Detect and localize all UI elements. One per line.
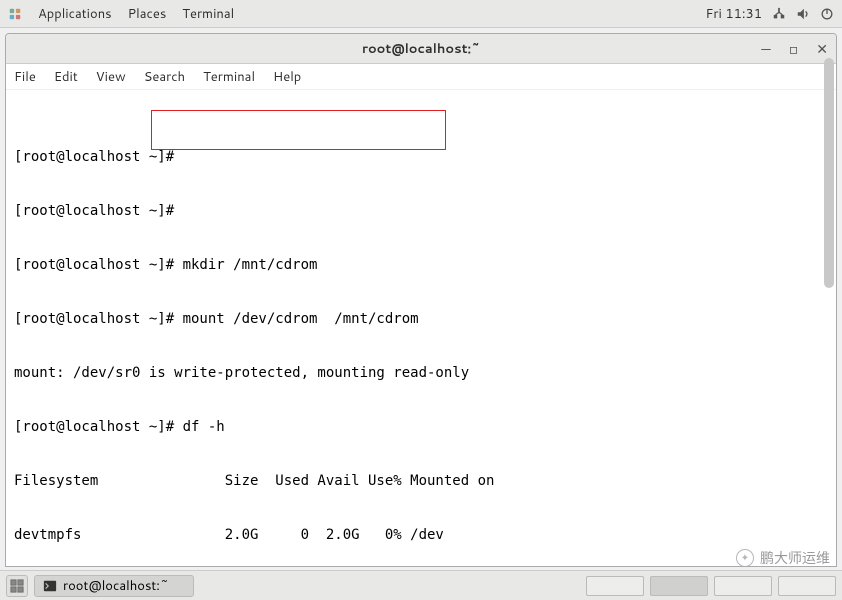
window-title: root@localhost:~ — [6, 40, 836, 58]
scrollbar-thumb[interactable] — [824, 58, 834, 288]
term-line: [root@localhost ~]# — [14, 202, 828, 220]
term-line: [root@localhost ~]# mkdir /mnt/cdrom — [14, 256, 828, 274]
watermark: ✦ 鹏大师运维 — [736, 548, 830, 568]
menu-search[interactable]: Search — [144, 68, 185, 86]
term-line: devtmpfs 2.0G 0 2.0G 0% /dev — [14, 526, 828, 544]
menu-terminal[interactable]: Terminal — [182, 5, 234, 23]
menu-terminal[interactable]: Terminal — [203, 68, 255, 86]
volume-icon[interactable] — [796, 7, 810, 21]
close-button[interactable]: ✕ — [816, 42, 828, 56]
watermark-text: 鹏大师运维 — [760, 548, 830, 568]
terminal-output[interactable]: [root@localhost ~]# [root@localhost ~]# … — [6, 90, 836, 566]
minimize-button[interactable]: — — [761, 42, 770, 56]
term-line: [root@localhost ~]# df -h — [14, 418, 828, 436]
clock[interactable]: Fri 11:31 — [705, 5, 762, 23]
menu-file[interactable]: File — [14, 68, 36, 86]
tray-box[interactable] — [650, 576, 708, 596]
taskbar-terminal-label: root@localhost:~ — [63, 577, 169, 595]
term-line: Filesystem Size Used Avail Use% Mounted … — [14, 472, 828, 490]
menu-view[interactable]: View — [96, 68, 126, 86]
menu-places[interactable]: Places — [128, 5, 167, 23]
scrollbar[interactable] — [824, 58, 836, 598]
term-line: [root@localhost ~]# mount /dev/cdrom /mn… — [14, 310, 828, 328]
taskbar-terminal[interactable]: root@localhost:~ — [34, 575, 194, 597]
show-desktop-button[interactable] — [6, 575, 28, 597]
menubar: File Edit View Search Terminal Help — [6, 64, 836, 90]
tray-box[interactable] — [778, 576, 836, 596]
watermark-icon: ✦ — [736, 549, 754, 567]
term-line: mount: /dev/sr0 is write-protected, moun… — [14, 364, 828, 382]
bottom-panel: root@localhost:~ — [0, 570, 842, 600]
top-panel: Applications Places Terminal Fri 11:31 — [0, 0, 842, 28]
highlight-box — [151, 110, 446, 150]
tray-box[interactable] — [586, 576, 644, 596]
tray-area — [586, 576, 836, 596]
tray-box[interactable] — [714, 576, 772, 596]
menu-edit[interactable]: Edit — [54, 68, 78, 86]
menu-applications[interactable]: Applications — [38, 5, 112, 23]
term-line: [root@localhost ~]# — [14, 148, 828, 166]
maximize-button[interactable]: ▫ — [789, 42, 799, 56]
activities-icon[interactable] — [8, 7, 22, 21]
window-titlebar[interactable]: root@localhost:~ — ▫ ✕ — [6, 34, 836, 64]
menu-help[interactable]: Help — [273, 68, 301, 86]
network-icon[interactable] — [772, 7, 786, 21]
power-icon[interactable] — [820, 7, 834, 21]
terminal-window: root@localhost:~ — ▫ ✕ File Edit View Se… — [5, 33, 837, 567]
